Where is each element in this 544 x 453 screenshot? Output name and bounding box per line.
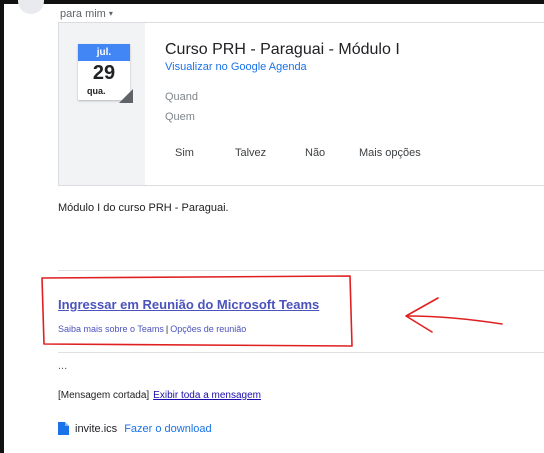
date-badge: jul. 29 qua. xyxy=(78,44,133,103)
page-fold-icon xyxy=(119,89,133,103)
rsvp-more-options-button[interactable]: Mais opções xyxy=(359,147,421,159)
view-in-calendar-link[interactable]: Visualizar no Google Agenda xyxy=(165,61,307,73)
learn-more-teams-link[interactable]: Saiba mais sobre o Teams xyxy=(58,324,164,334)
annotation-box xyxy=(41,275,353,347)
meeting-options-link[interactable]: Opções de reunião xyxy=(170,324,246,334)
rsvp-yes-button[interactable]: Sim xyxy=(175,147,194,159)
when-label: Quand xyxy=(165,91,199,103)
recipient-label: para mim xyxy=(60,8,106,20)
date-month: jul. xyxy=(78,44,130,61)
clipped-message-notice: [Mensagem cortada] Exibir toda a mensagem xyxy=(58,390,261,401)
window-border-top xyxy=(0,0,544,4)
recipient-dropdown[interactable]: para mim ▾ xyxy=(60,8,113,20)
attachment-filename[interactable]: invite.ics xyxy=(75,423,117,435)
attachment-row: invite.ics Fazer o download xyxy=(58,422,212,435)
file-icon xyxy=(58,422,69,435)
sender-avatar xyxy=(18,0,44,14)
trimmed-content-ellipsis: ... xyxy=(58,360,68,372)
annotation-arrow-icon xyxy=(405,297,503,333)
link-separator: | xyxy=(165,324,169,334)
date-day: 29 xyxy=(92,62,116,84)
chevron-down-icon: ▾ xyxy=(108,9,113,18)
clipped-message-label: [Mensagem cortada] xyxy=(58,390,150,401)
calendar-invite-card: jul. 29 qua. Curso PRH - Paraguai - Módu… xyxy=(58,22,544,186)
join-teams-meeting-link[interactable]: Ingressar em Reunião do Microsoft Teams xyxy=(58,297,319,312)
rsvp-no-button[interactable]: Não xyxy=(305,147,325,159)
divider xyxy=(58,352,544,353)
date-weekday: qua. xyxy=(87,86,106,96)
view-entire-message-link[interactable]: Exibir toda a mensagem xyxy=(153,390,261,401)
event-title: Curso PRH - Paraguai - Módulo I xyxy=(165,41,400,58)
download-link[interactable]: Fazer o download xyxy=(124,423,211,435)
teams-links-row: Saiba mais sobre o Teams | Opções de reuni… xyxy=(58,324,246,334)
message-body-text: Módulo I do curso PRH - Paraguai. xyxy=(58,202,229,214)
divider xyxy=(58,270,544,271)
date-panel: jul. 29 qua. xyxy=(59,23,145,185)
window-border-left xyxy=(0,0,4,453)
who-label: Quem xyxy=(165,111,195,123)
rsvp-maybe-button[interactable]: Talvez xyxy=(235,147,266,159)
